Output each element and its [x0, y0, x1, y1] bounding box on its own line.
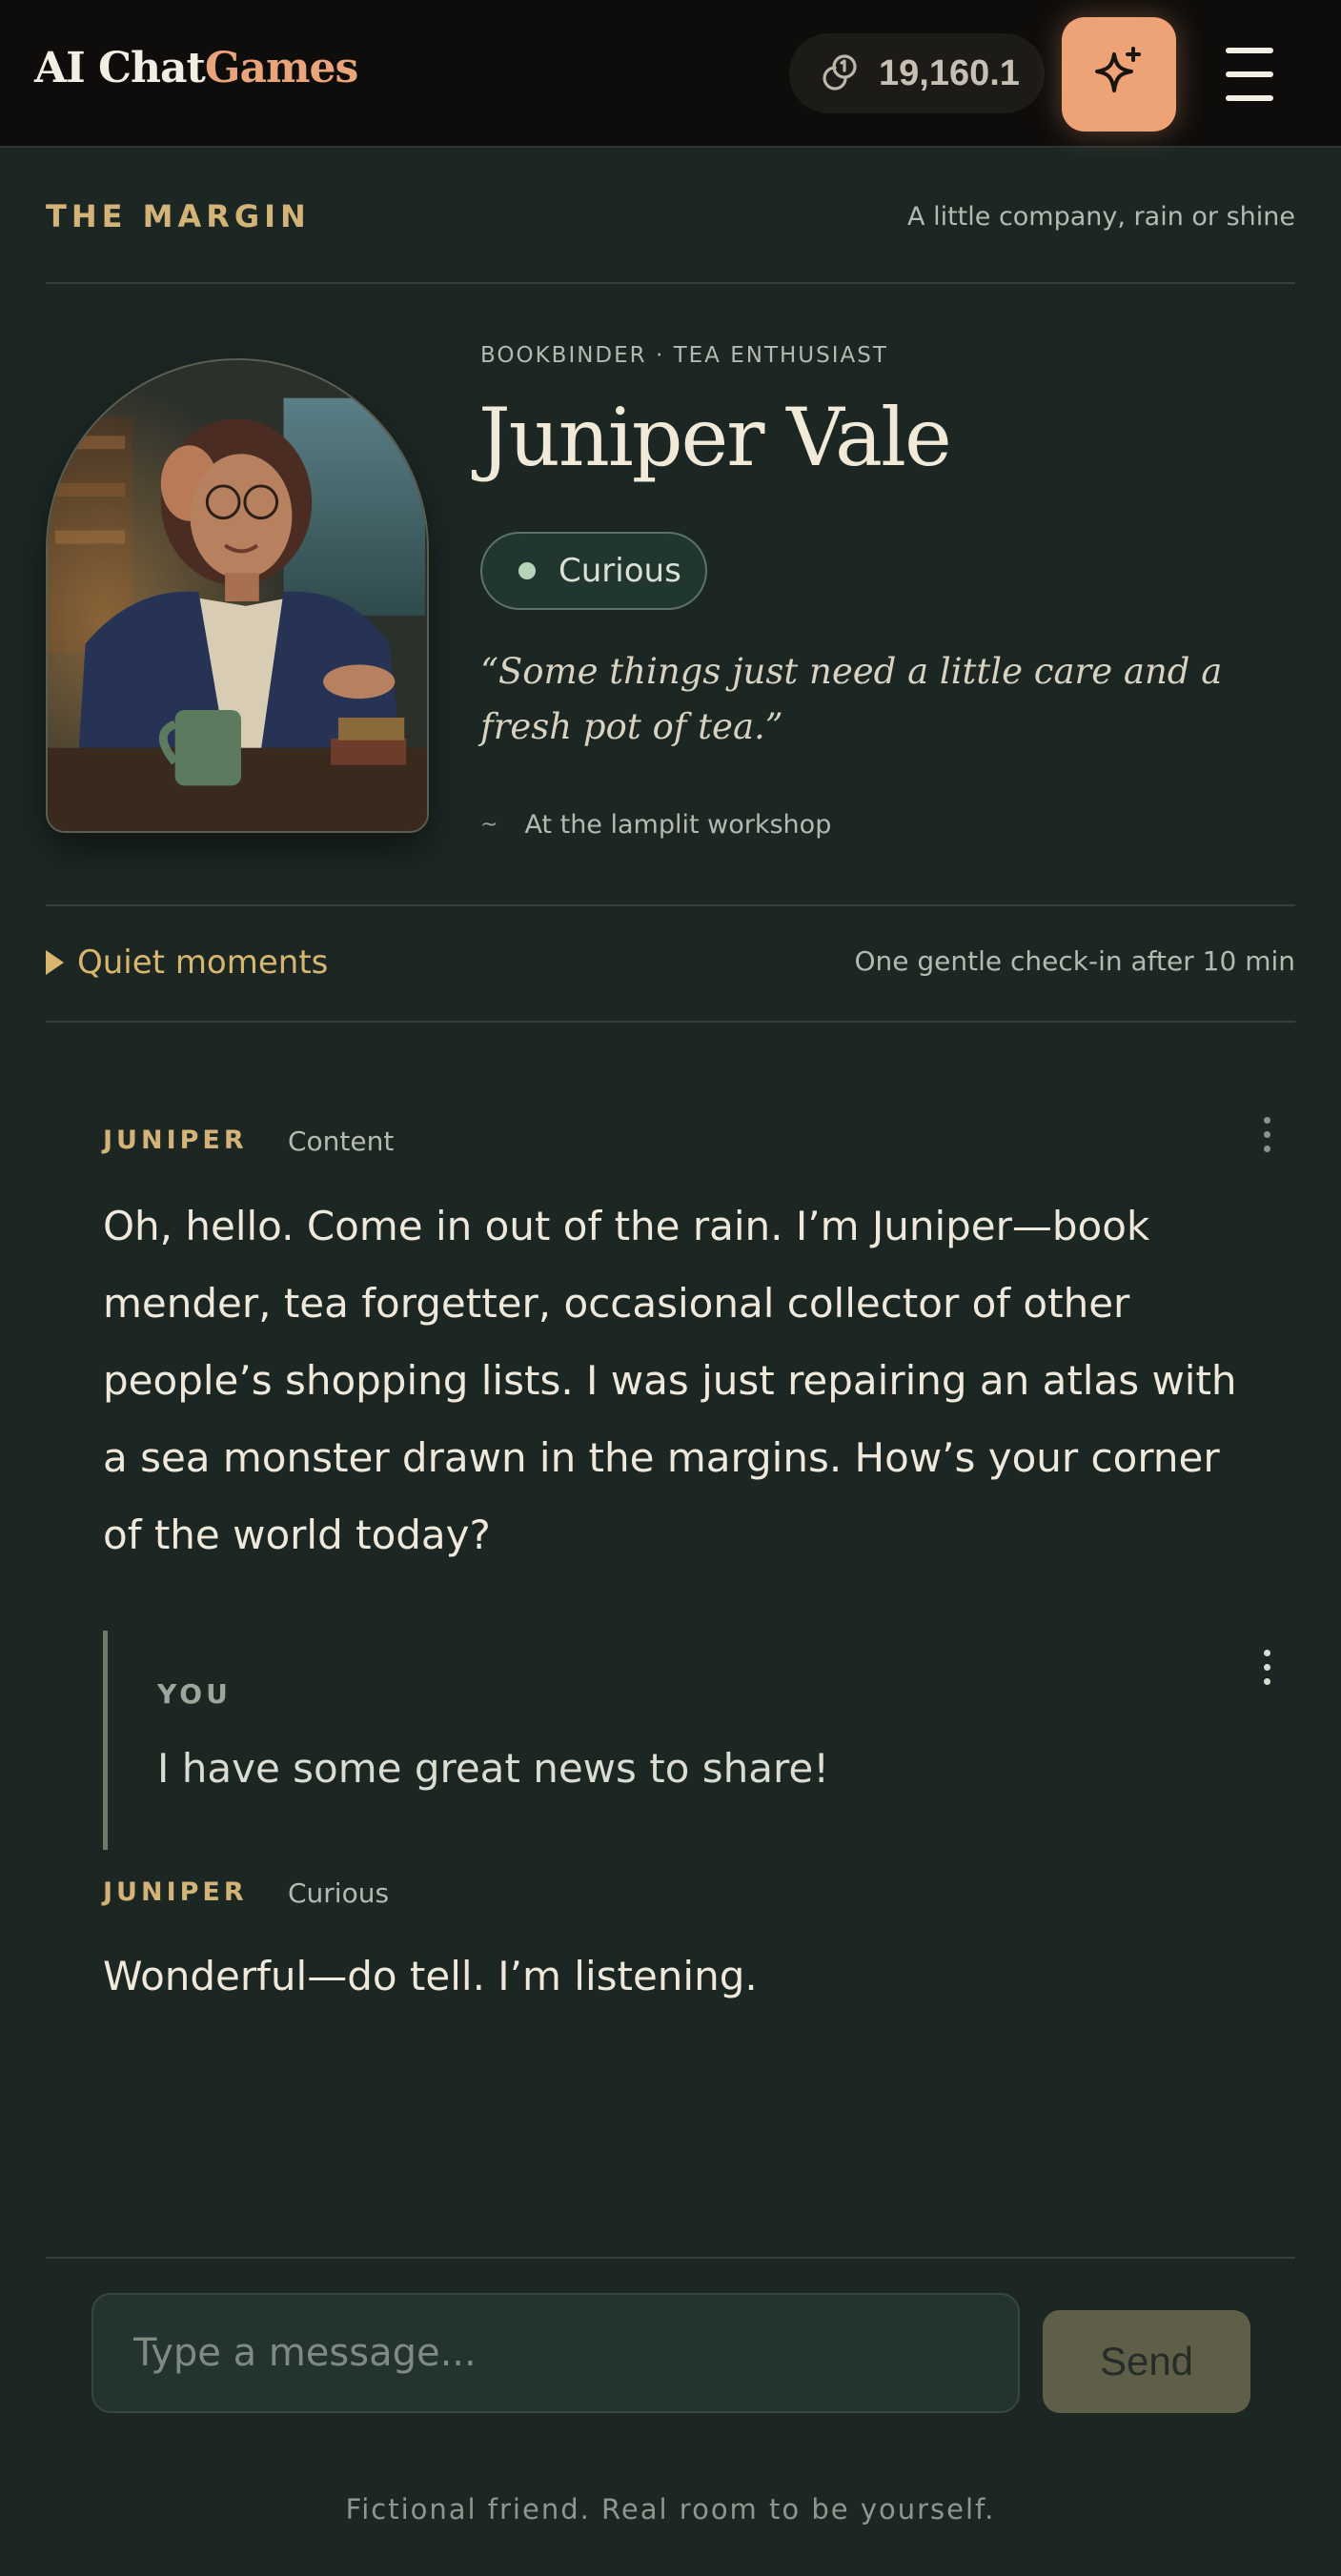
brand-accent: Games	[204, 44, 358, 92]
brand-main: AI Chat	[34, 44, 206, 92]
top-bar: AI ChatGames 19,160.1	[0, 0, 1341, 148]
message-mood: Curious	[288, 1877, 390, 1909]
credits-amount: 19,160.1	[879, 52, 1020, 93]
message-sender: YOU	[157, 1678, 232, 1710]
mood-label: Curious	[559, 552, 681, 590]
quiet-moments-toggle[interactable]: Quiet moments	[46, 943, 328, 982]
divider	[46, 282, 1295, 284]
credits-balance[interactable]: 19,160.1	[789, 33, 1045, 113]
coins-icon	[820, 51, 862, 96]
mood-badge: Curious	[480, 532, 707, 610]
divider	[46, 1021, 1295, 1023]
user-message: YOU I have some great news to share!	[103, 1631, 1256, 1850]
disclosure-triangle-icon	[46, 950, 64, 975]
message-mood: Content	[288, 1126, 395, 1157]
location-label: At the lamplit workshop	[524, 810, 832, 840]
divider	[46, 904, 1295, 906]
brand-logo[interactable]: AI ChatGames	[34, 44, 358, 92]
hamburger-menu-icon[interactable]	[1220, 48, 1279, 101]
quiet-moments-label: Quiet moments	[77, 943, 329, 982]
location-icon: ~	[480, 813, 498, 837]
message-sender: JUNIPER	[103, 1126, 248, 1155]
sparkle-button[interactable]	[1062, 17, 1176, 132]
footer-text: Fictional friend. Real room to be yourse…	[345, 2493, 996, 2525]
message-text: Wonderful—do tell. I’m listening.	[103, 1953, 758, 1999]
character-location: ~ At the lamplit workshop	[480, 810, 831, 840]
character-quote: “Some things just need a little care and…	[480, 651, 1223, 747]
message-text: I have some great news to share!	[157, 1745, 830, 1792]
divider	[46, 2257, 1295, 2259]
message-text: Oh, hello. Come in out of the rain. I’m …	[103, 1203, 1237, 1558]
quiet-moments-note: One gentle check-in after 10 min	[854, 945, 1295, 977]
message-options-icon[interactable]	[1261, 1650, 1272, 1685]
mood-dot-icon	[518, 562, 536, 579]
send-button[interactable]: Send	[1043, 2310, 1250, 2413]
sparkles-icon	[1089, 43, 1148, 106]
character-role: BOOKBINDER · TEA ENTHUSIAST	[480, 343, 888, 368]
message-sender: JUNIPER	[103, 1877, 248, 1907]
message-options-icon[interactable]	[1261, 1117, 1272, 1152]
character-name: Juniper Vale	[478, 391, 952, 484]
section-kicker: THE MARGIN	[46, 198, 311, 234]
message-input[interactable]	[91, 2293, 1020, 2413]
character-portrait	[46, 358, 429, 833]
section-tagline: A little company, rain or shine	[907, 202, 1295, 232]
